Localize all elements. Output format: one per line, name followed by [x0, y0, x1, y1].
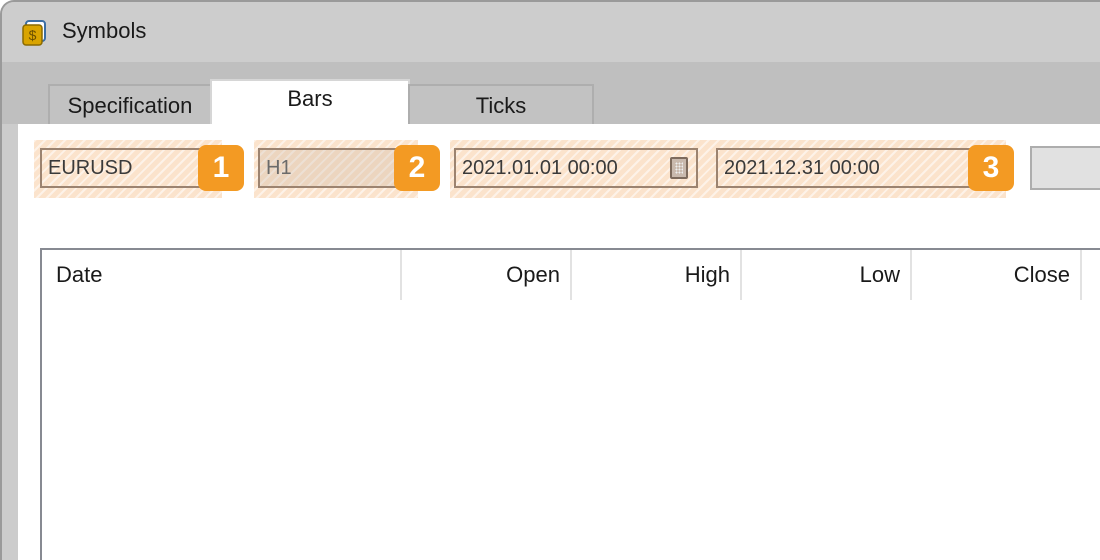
date-to-field[interactable]: 2021.12.31 00:00: [716, 148, 1006, 188]
calendar-icon[interactable]: [670, 157, 688, 179]
column-header-low[interactable]: Low: [742, 250, 912, 300]
column-header-close[interactable]: Close: [912, 250, 1082, 300]
symbols-window: $ Symbols Specification Bars Ticks EURUS…: [0, 0, 1100, 560]
tab-specification[interactable]: Specification: [48, 84, 212, 124]
dollar-coin-icon: $: [22, 20, 46, 46]
window-title: Symbols: [62, 18, 147, 43]
column-header-high[interactable]: High: [572, 250, 742, 300]
bars-table: Date Open High Low Close: [40, 248, 1100, 560]
tab-strip: Specification Bars Ticks: [2, 62, 1100, 125]
column-header-open[interactable]: Open: [402, 250, 572, 300]
date-from-field[interactable]: 2021.01.01 00:00: [454, 148, 698, 188]
tab-bars[interactable]: Bars: [210, 79, 410, 125]
column-header-date[interactable]: Date: [42, 250, 402, 300]
symbol-select[interactable]: EURUSD: [40, 148, 220, 188]
timeframe-select[interactable]: H1: [258, 148, 416, 188]
callout-badge-3: 3: [968, 145, 1014, 191]
svg-text:$: $: [29, 27, 37, 43]
callout-badge-2: 2: [394, 145, 440, 191]
title-bar[interactable]: $ Symbols: [2, 2, 1100, 62]
tab-ticks[interactable]: Ticks: [408, 84, 594, 124]
request-button[interactable]: [1030, 146, 1100, 190]
callout-badge-1: 1: [198, 145, 244, 191]
bars-panel: EURUSD H1 2021.01.01 00:00 2021.12.31 00…: [18, 124, 1100, 560]
